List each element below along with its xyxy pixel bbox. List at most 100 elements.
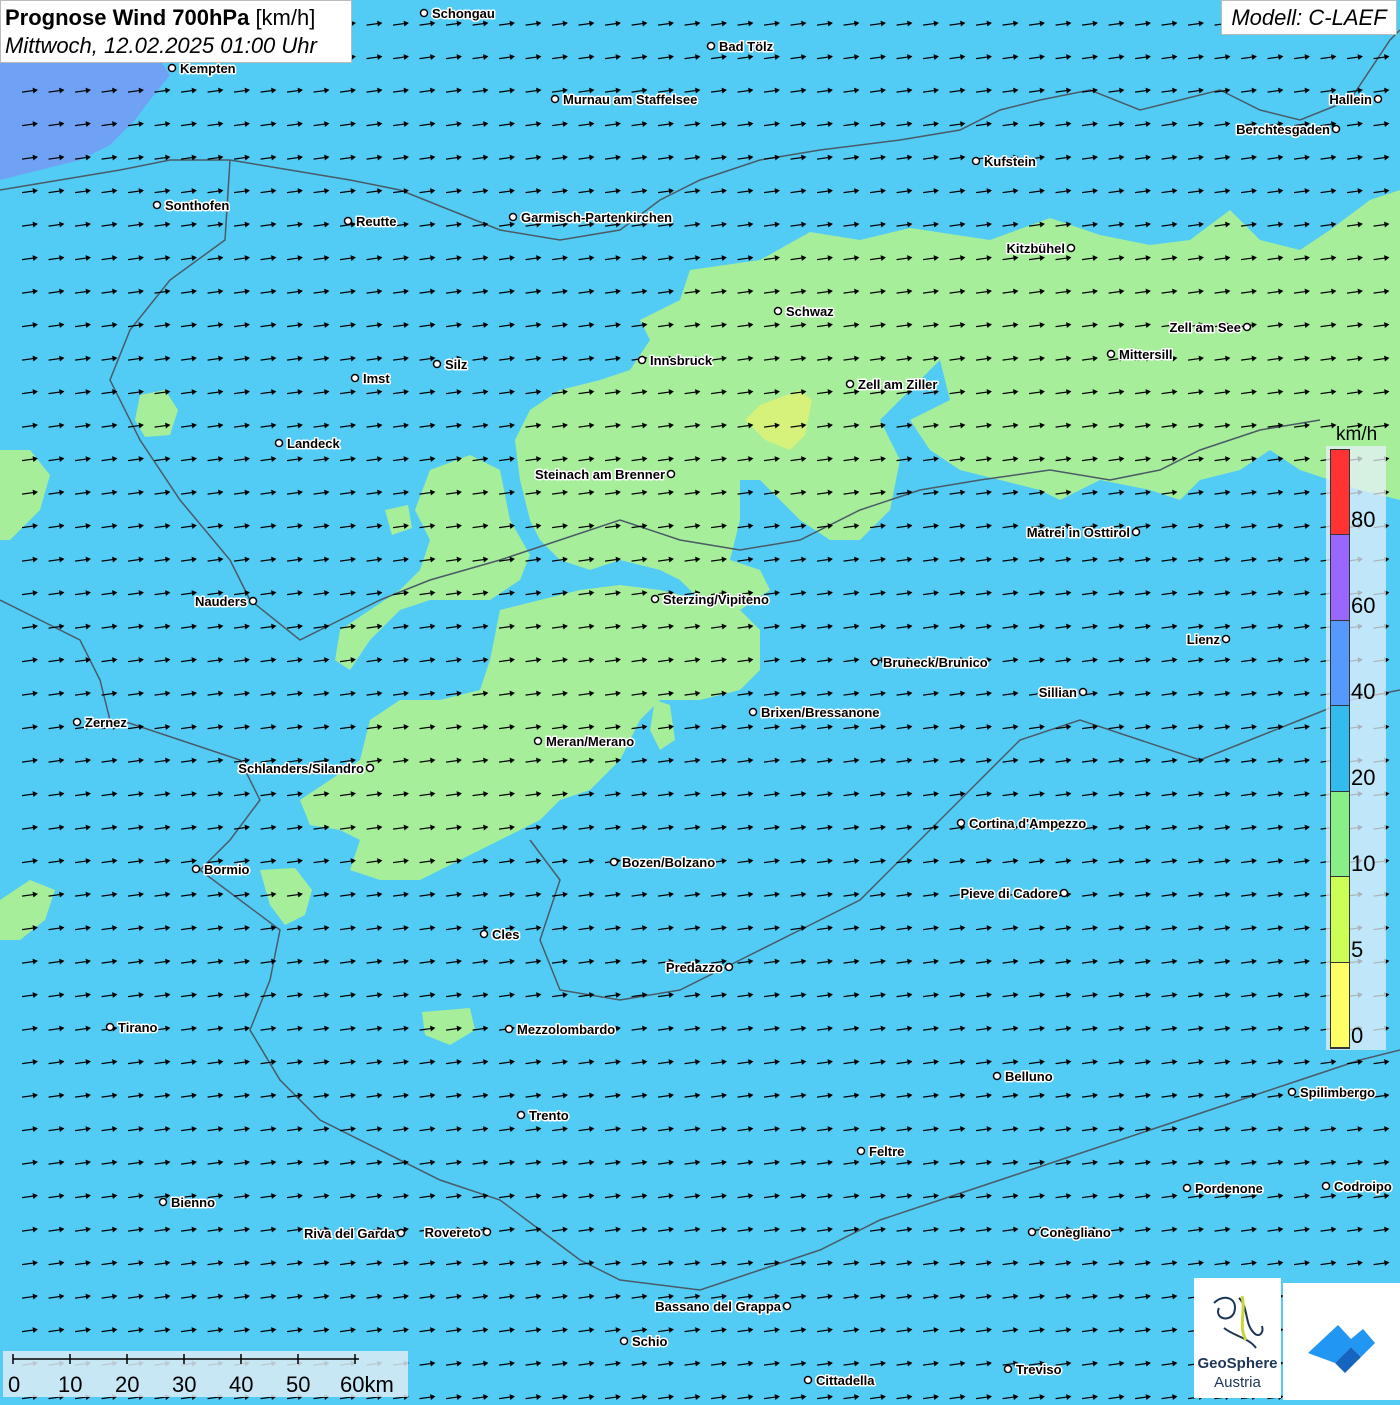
- geosphere-logo[interactable]: GeoSphere Austria: [1194, 1278, 1281, 1398]
- city-label: Murnau am Staffelsee: [563, 92, 697, 107]
- city-label: Rovereto: [425, 1225, 481, 1240]
- scale-label: 60km: [340, 1372, 394, 1397]
- wind-forecast-map: Schongau Bad Tölz Kempten Murnau am Staffel…: [0, 0, 1400, 1400]
- city-dot: [72, 717, 82, 727]
- city-dot: [1003, 1364, 1013, 1374]
- city-label: Bormio: [204, 862, 250, 877]
- legend-label: 40: [1351, 679, 1376, 704]
- city-label: Matrei in Osttirol: [1027, 525, 1130, 540]
- city-label: Schwaz: [786, 304, 834, 319]
- city-dot: [706, 41, 716, 51]
- geosphere-logo-icon: [1213, 1295, 1264, 1349]
- city-label: Treviso: [1016, 1362, 1062, 1377]
- city-dot: [666, 469, 676, 479]
- city-marker: Kitzbühel: [1005, 240, 1076, 258]
- city-dot: [191, 864, 201, 874]
- city-dot: [167, 63, 177, 73]
- city-dot: [637, 355, 647, 365]
- city-dot: [870, 657, 880, 667]
- city-dot: [748, 707, 758, 717]
- legend-label: 5: [1351, 937, 1364, 962]
- city-marker: Zell am See: [1168, 319, 1252, 337]
- city-label: Berchtesgaden: [1236, 122, 1330, 137]
- city-marker: Conegliano: [1027, 1224, 1112, 1242]
- city-label: Sonthofen: [165, 198, 229, 213]
- city-marker: Pordenone: [1182, 1180, 1264, 1198]
- legend-swatch: [1331, 450, 1349, 536]
- city-dot: [650, 594, 660, 604]
- app-logo[interactable]: [1283, 1283, 1400, 1400]
- city-dot: [274, 438, 284, 448]
- city-marker: Predazzo: [664, 959, 734, 977]
- city-dot: [1066, 243, 1076, 253]
- scale-label: 10: [58, 1372, 83, 1397]
- city-marker: Berchtesgaden: [1235, 121, 1341, 139]
- city-marker: Rovereto: [423, 1224, 492, 1242]
- city-label: Conegliano: [1040, 1225, 1111, 1240]
- city-label: Bozen/Bolzano: [622, 855, 715, 870]
- city-label: Feltre: [869, 1144, 904, 1159]
- city-label: Kitzbühel: [1007, 241, 1066, 256]
- city-label: Zell am See: [1169, 320, 1241, 335]
- city-label: Bassano del Grappa: [655, 1299, 781, 1314]
- city-label: Hallein: [1329, 92, 1372, 107]
- city-dot: [1321, 1181, 1331, 1191]
- city-dot: [1182, 1183, 1192, 1193]
- city-marker: Murnau am Staffelsee: [550, 91, 699, 109]
- city-label: Schlanders/Silandro: [238, 761, 364, 776]
- city-label: Innsbruck: [650, 353, 713, 368]
- city-marker: Garmisch-Partenkirchen: [508, 209, 674, 227]
- city-label: Meran/Merano: [546, 734, 634, 749]
- city-marker: Schongau: [419, 5, 496, 23]
- city-dot: [419, 8, 429, 18]
- city-label: Cittadella: [816, 1373, 875, 1388]
- city-label: Mezzolombardo: [517, 1022, 615, 1037]
- legend-label: 10: [1351, 851, 1376, 876]
- city-label: Lienz: [1187, 632, 1221, 647]
- city-dot: [619, 1336, 629, 1346]
- title-box: Prognose Wind 700hPa [km/h] Mittwoch, 12…: [0, 0, 352, 63]
- city-label: Garmisch-Partenkirchen: [521, 210, 672, 225]
- city-marker: Mezzolombardo: [504, 1021, 617, 1039]
- city-dot: [1027, 1227, 1037, 1237]
- city-marker: Sonthofen: [152, 197, 231, 215]
- city-label: Bruneck/Brunico: [883, 655, 988, 670]
- city-dot: [1242, 322, 1252, 332]
- legend-label: 20: [1351, 765, 1376, 790]
- city-dot: [1106, 349, 1116, 359]
- city-label: Zell am Ziller: [858, 377, 937, 392]
- city-dot: [248, 596, 258, 606]
- city-dot: [482, 1227, 492, 1237]
- city-dot: [365, 763, 375, 773]
- city-dot: [1131, 527, 1141, 537]
- city-dot: [1078, 687, 1088, 697]
- geosphere-logo-line2: Austria: [1214, 1374, 1261, 1391]
- city-label: Sillian: [1039, 685, 1077, 700]
- city-dot: [782, 1301, 792, 1311]
- city-dot: [350, 373, 360, 383]
- city-dot: [550, 94, 560, 104]
- geosphere-logo-line1: GeoSphere: [1197, 1355, 1278, 1372]
- legend-swatch: [1331, 962, 1349, 1048]
- city-dot: [856, 1146, 866, 1156]
- map-title: Prognose Wind 700hPa [km/h]: [5, 4, 347, 32]
- city-dot: [479, 929, 489, 939]
- city-label: Schongau: [432, 6, 495, 21]
- city-marker: Meran/Merano: [533, 733, 636, 751]
- model-label: Modell: C-LAEF: [1221, 0, 1397, 35]
- scale-label: 20: [115, 1372, 140, 1397]
- city-dot: [152, 200, 162, 210]
- city-marker: Steinach am Brenner: [533, 466, 676, 484]
- city-dot: [956, 818, 966, 828]
- scale-label: 30: [172, 1372, 197, 1397]
- city-dot: [533, 736, 543, 746]
- scale-label: 50: [286, 1372, 311, 1397]
- city-label: Silz: [445, 357, 468, 372]
- city-dot: [508, 212, 518, 222]
- city-marker: Pieve di Cadore: [959, 885, 1069, 903]
- city-dot: [1059, 888, 1069, 898]
- city-dot: [803, 1375, 813, 1385]
- city-marker: Bassano del Grappa: [654, 1298, 792, 1316]
- city-label: Cles: [492, 927, 519, 942]
- map-title-main: Prognose Wind 700hPa: [5, 5, 250, 30]
